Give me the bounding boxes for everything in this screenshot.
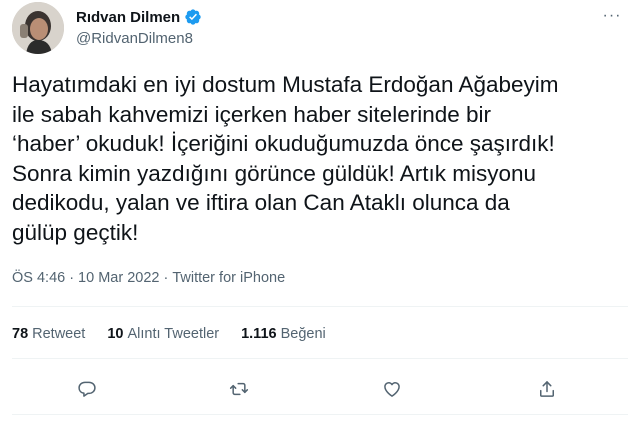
retweets-stat[interactable]: 78 Retweet: [12, 326, 85, 342]
reply-button[interactable]: [70, 372, 104, 406]
display-name[interactable]: Rıdvan Dilmen: [76, 9, 180, 26]
tweet-stats: 78 Retweet 10 Alıntı Tweetler 1.116 Beğe…: [12, 326, 348, 342]
retweet-icon: [229, 382, 249, 396]
divider: [12, 358, 628, 359]
quotes-count: 10: [107, 326, 124, 342]
avatar[interactable]: [12, 2, 64, 54]
likes-count: 1.116: [241, 326, 277, 342]
divider: [12, 414, 628, 415]
divider: [12, 306, 628, 307]
more-horizontal-icon: ···: [602, 7, 622, 24]
user-info: Rıdvan Dilmen @RidvanDilmen8: [76, 6, 202, 47]
tweet-source[interactable]: Twitter for iPhone: [172, 270, 285, 286]
verified-badge-icon: [184, 8, 202, 26]
retweets-count: 78: [12, 326, 29, 342]
meta-separator: ·: [69, 270, 75, 286]
tweet-text: Hayatımdaki en iyi dostum Mustafa Erdoğa…: [12, 72, 559, 245]
reply-icon: [78, 381, 96, 397]
name-row: Rıdvan Dilmen: [76, 6, 202, 28]
like-button[interactable]: [375, 372, 409, 406]
tweet-meta: ÖS 4:46 · 10 Mar 2022 · Twitter for iPho…: [12, 270, 285, 286]
share-icon: [540, 381, 554, 397]
retweet-button[interactable]: [222, 372, 256, 406]
quotes-stat[interactable]: 10 Alıntı Tweetler: [107, 326, 219, 342]
more-options-button[interactable]: ···: [600, 6, 624, 26]
quotes-label: Alıntı Tweetler: [127, 326, 220, 342]
retweets-label: Retweet: [32, 326, 86, 342]
likes-stat[interactable]: 1.116 Beğeni: [241, 326, 326, 342]
heart-icon: [384, 382, 400, 397]
likes-label: Beğeni: [280, 326, 326, 342]
tweet-time[interactable]: ÖS 4:46: [12, 270, 65, 286]
tweet-date[interactable]: 10 Mar 2022: [78, 270, 159, 286]
share-button[interactable]: [530, 372, 564, 406]
tweet-card: Rıdvan Dilmen @RidvanDilmen8 ··· Hayatım…: [0, 0, 640, 425]
tweet-header: Rıdvan Dilmen @RidvanDilmen8 ···: [12, 2, 628, 58]
user-handle[interactable]: @RidvanDilmen8: [76, 30, 202, 47]
avatar-photo-icon: [12, 2, 64, 54]
meta-separator: ·: [163, 270, 169, 286]
tweet-actions: [12, 372, 628, 406]
